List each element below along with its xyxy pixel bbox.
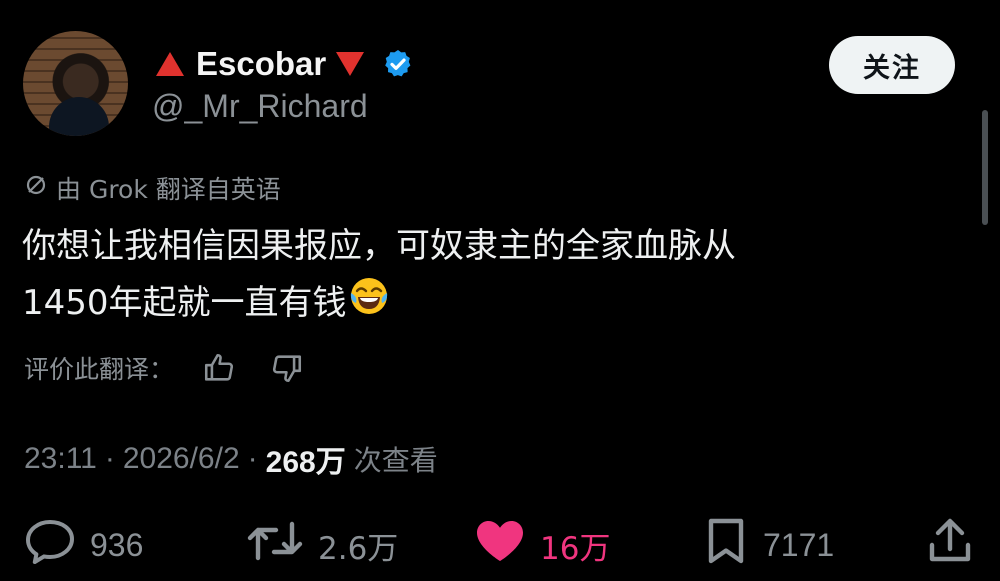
- translate-icon: [24, 173, 48, 203]
- tweet-text: 你想让我相信因果报应，可奴隶主的全家血脉从 1450年起就一直有钱: [22, 218, 962, 334]
- bookmark-icon: [703, 517, 749, 573]
- heart-filled-icon: [474, 518, 526, 572]
- scrollbar[interactable]: [982, 110, 988, 225]
- reply-icon: [24, 518, 76, 572]
- display-name-row[interactable]: Escobar: [156, 42, 414, 86]
- reply-button[interactable]: 936: [24, 518, 143, 572]
- like-button[interactable]: 16万: [474, 518, 610, 572]
- views-label: 次查看: [353, 444, 438, 477]
- red-triangle-down-icon: [336, 52, 365, 76]
- retweet-button[interactable]: 2.6万: [246, 518, 398, 572]
- avatar[interactable]: [23, 31, 128, 136]
- face-with-tears-of-joy-icon: [349, 276, 389, 334]
- red-triangle-up-icon: [156, 52, 184, 76]
- meta-separator: ·: [247, 442, 258, 475]
- tweet-meta: 23:11 · 2026/6/2 · 268万 次查看: [24, 437, 438, 481]
- reply-count: 936: [90, 526, 144, 563]
- verified-badge-icon: [382, 48, 414, 80]
- thumbs-down-icon[interactable]: [270, 351, 304, 385]
- display-name[interactable]: Escobar: [196, 45, 326, 83]
- bookmark-count: 7171: [763, 526, 835, 563]
- views-count: 268万: [265, 446, 346, 479]
- like-count: 16万: [540, 530, 611, 567]
- translation-notice[interactable]: 由 Grok 翻译自英语: [24, 170, 281, 206]
- retweet-count: 2.6万: [318, 530, 399, 567]
- retweet-icon: [246, 518, 304, 572]
- share-icon: [928, 517, 972, 573]
- tweet-date[interactable]: 2026/6/2: [123, 442, 240, 476]
- share-button[interactable]: [928, 518, 972, 572]
- rate-translation-row: 评价此翻译：: [24, 350, 304, 386]
- translation-notice-text: 由 Grok 翻译自英语: [56, 175, 281, 204]
- tweet-time[interactable]: 23:11: [24, 442, 97, 476]
- follow-button[interactable]: 关注: [829, 36, 955, 94]
- meta-separator: ·: [104, 442, 115, 475]
- tweet-text-line-1: 你想让我相信因果报应，可奴隶主的全家血脉从: [22, 226, 736, 266]
- tweet-text-line-2: 1450年起就一直有钱: [22, 283, 347, 323]
- user-handle[interactable]: @_Mr_Richard: [152, 88, 368, 125]
- bookmark-button[interactable]: 7171: [703, 518, 834, 572]
- rate-translation-label: 评价此翻译：: [24, 355, 175, 384]
- thumbs-up-icon[interactable]: [202, 351, 236, 385]
